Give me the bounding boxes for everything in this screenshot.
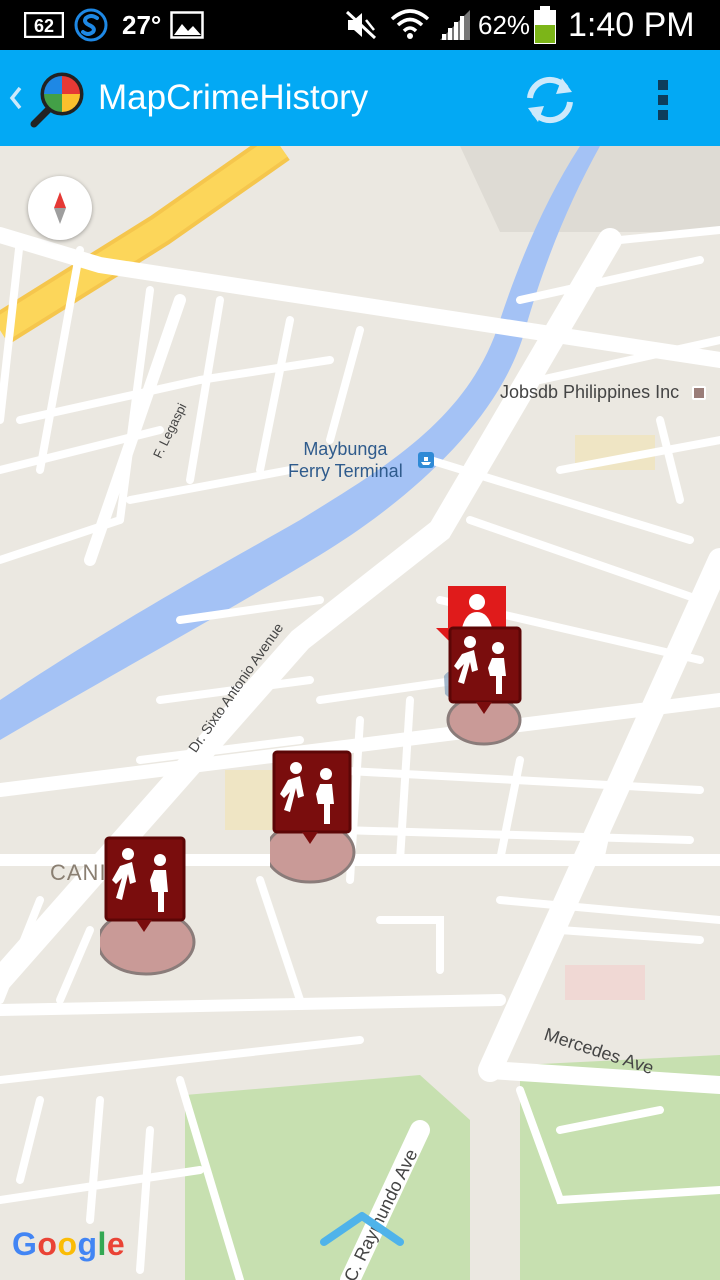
ferry-icon	[418, 452, 434, 468]
chevron-up-icon	[320, 1212, 404, 1246]
google-logo-o1: o	[37, 1226, 58, 1262]
business-pin-icon	[692, 386, 707, 401]
s-app-icon	[74, 0, 108, 50]
wifi-icon	[390, 0, 430, 50]
temperature: 27°	[122, 9, 162, 40]
assault-marker-1[interactable]	[444, 624, 524, 753]
google-logo-icon: G	[12, 1226, 38, 1262]
refresh-icon[interactable]	[522, 74, 578, 126]
assault-marker-icon	[446, 626, 522, 746]
battery-icon	[532, 0, 558, 50]
area-label: CANI	[50, 860, 107, 885]
assault-marker-2[interactable]	[264, 750, 360, 891]
mute-icon	[344, 0, 378, 50]
app-title: MapCrimeHistory	[98, 78, 369, 117]
google-logo-l: l	[97, 1226, 107, 1262]
app-bar: MapCrimeHistory	[0, 50, 720, 146]
ferry-terminal-line1: Maybunga	[303, 439, 388, 459]
assault-marker-icon	[264, 750, 356, 884]
expand-panel-button[interactable]	[320, 1208, 404, 1248]
notification-count-icon: 62	[24, 0, 64, 50]
svg-text:62: 62	[34, 16, 54, 36]
google-logo-e: e	[106, 1226, 126, 1262]
google-logo-g: g	[77, 1226, 98, 1262]
compass-button[interactable]	[28, 176, 92, 240]
image-icon	[170, 0, 204, 50]
business-label-text: Jobsdb Philippines Inc	[500, 382, 680, 402]
signal-icon	[438, 0, 472, 50]
battery-percent: 62%	[478, 9, 531, 40]
ferry-terminal-label[interactable]: Maybunga Ferry Terminal	[288, 438, 403, 482]
app-logo-icon[interactable]	[28, 70, 88, 130]
business-label[interactable]: Jobsdb Philippines Inc	[500, 382, 707, 403]
clock: 1:40 PM	[568, 5, 695, 44]
assault-marker-3[interactable]	[96, 836, 200, 983]
assault-marker-icon	[96, 836, 196, 976]
compass-icon	[54, 192, 66, 224]
google-logo-o2: o	[57, 1226, 78, 1262]
overflow-menu-icon[interactable]	[646, 74, 682, 126]
ferry-terminal-line2: Ferry Terminal	[288, 461, 403, 481]
status-bar: 62 27° 62% 1:40 PM	[0, 0, 720, 50]
back-chevron-icon[interactable]	[4, 78, 26, 118]
map-view[interactable]: Jobsdb Philippines Inc Maybunga Ferry Te…	[0, 146, 720, 1280]
google-attribution: Google	[12, 1226, 125, 1263]
map-base	[0, 146, 720, 1280]
